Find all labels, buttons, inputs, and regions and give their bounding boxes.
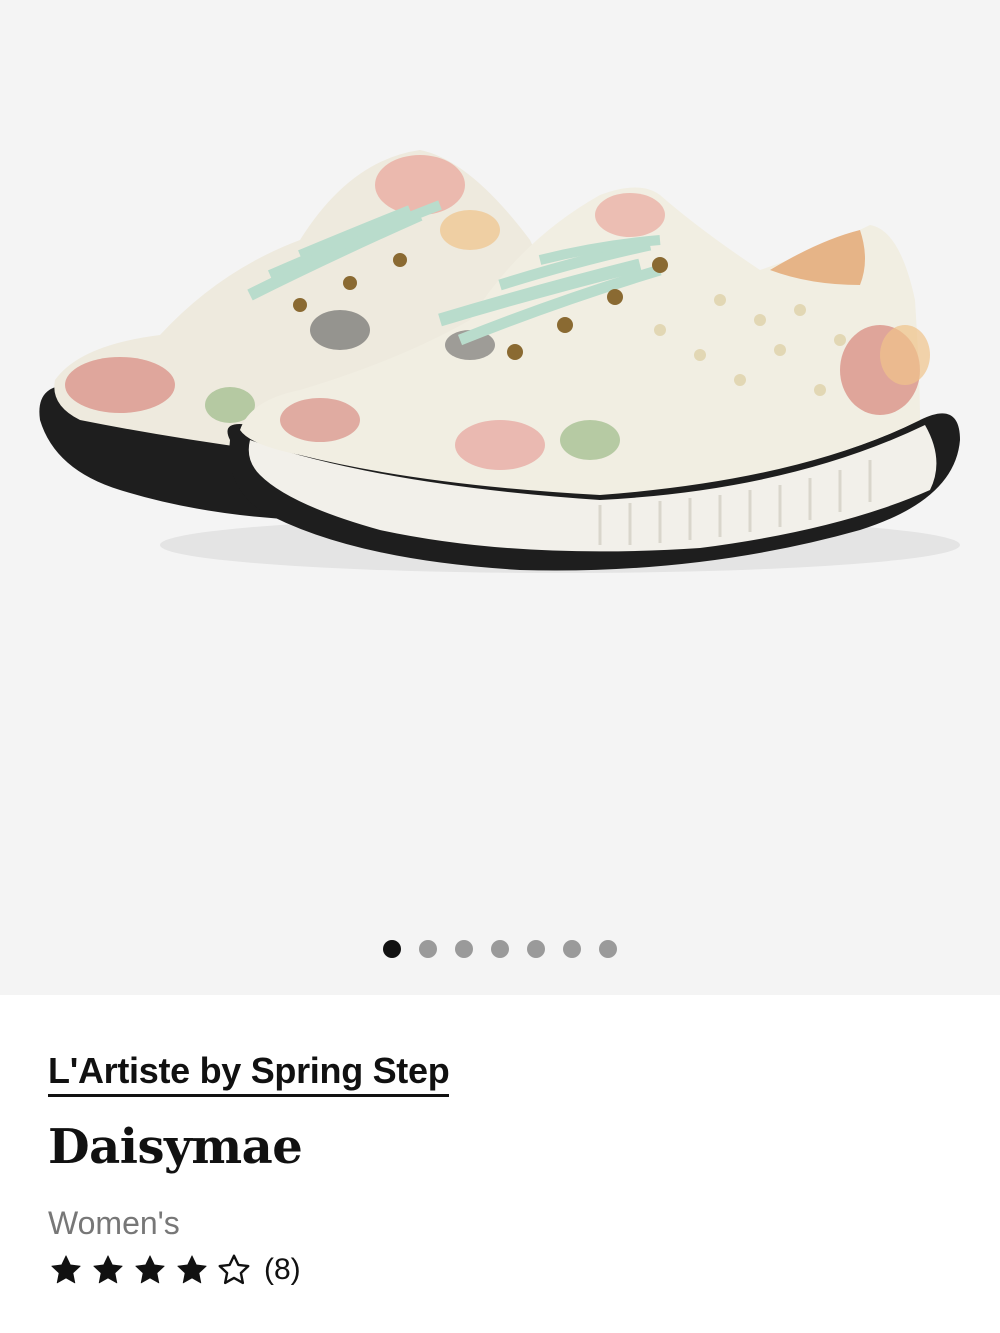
brand-link[interactable]: L'Artiste by Spring Step bbox=[48, 1050, 450, 1097]
image-pagination-dots bbox=[0, 940, 1000, 958]
product-image-gallery[interactable] bbox=[0, 0, 1000, 995]
product-rating[interactable]: (8) bbox=[48, 1252, 952, 1288]
pagination-dot[interactable] bbox=[491, 940, 509, 958]
product-gender: Women's bbox=[48, 1205, 180, 1241]
product-image[interactable] bbox=[0, 0, 1000, 905]
star-filled-icon bbox=[177, 1255, 207, 1284]
pagination-dot[interactable] bbox=[599, 940, 617, 958]
product-title: Daisymae bbox=[48, 1119, 303, 1175]
star-filled-icon bbox=[93, 1255, 123, 1284]
pagination-dot[interactable] bbox=[527, 940, 545, 958]
review-count[interactable]: (8) bbox=[264, 1253, 301, 1287]
pagination-dot[interactable] bbox=[563, 940, 581, 958]
star-filled-icon bbox=[51, 1255, 81, 1284]
pagination-dot[interactable] bbox=[383, 940, 401, 958]
pagination-dot[interactable] bbox=[455, 940, 473, 958]
pagination-dot[interactable] bbox=[419, 940, 437, 958]
product-info: L'Artiste by Spring Step Daisymae Women'… bbox=[48, 1050, 952, 1288]
star-filled-icon bbox=[135, 1255, 165, 1284]
star-empty-icon bbox=[218, 1254, 250, 1285]
